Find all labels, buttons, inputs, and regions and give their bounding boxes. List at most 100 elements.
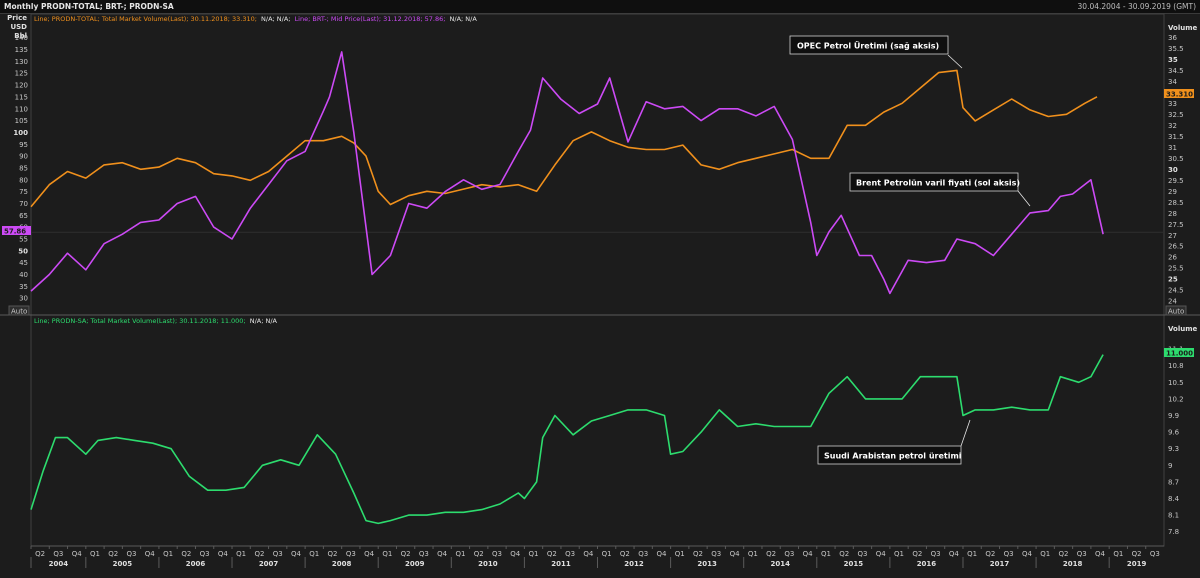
- left-axis-tick: 120: [15, 82, 28, 90]
- auto-button-left[interactable]: Auto: [11, 308, 27, 316]
- bottom-panel[interactable]: [30, 314, 1165, 547]
- left-axis-tick: 95: [19, 141, 28, 149]
- x-year-label: 2017: [990, 560, 1010, 568]
- left-axis-tick: 125: [15, 70, 28, 78]
- x-quarter-label: Q1: [967, 550, 977, 558]
- x-quarter-label: Q2: [474, 550, 484, 558]
- x-quarter-label: Q3: [1077, 550, 1087, 558]
- x-quarter-label: Q4: [437, 550, 448, 558]
- x-quarter-label: Q1: [455, 550, 465, 558]
- x-year-label: 2008: [332, 560, 352, 568]
- x-quarter-label: Q4: [730, 550, 741, 558]
- x-quarter-label: Q2: [1059, 550, 1069, 558]
- left-axis-tick: 45: [19, 259, 28, 267]
- x-quarter-label: Q4: [291, 550, 302, 558]
- x-quarter-label: Q3: [857, 550, 867, 558]
- right-axis-tick-bottom: 9.3: [1168, 445, 1179, 453]
- x-quarter-label: Q2: [620, 550, 630, 558]
- x-quarter-label: Q4: [949, 550, 960, 558]
- opec-callout-text: OPEC Petrol Üretimi (sağ aksis): [797, 41, 939, 51]
- x-year-label: 2011: [551, 560, 571, 568]
- x-quarter-label: Q2: [401, 550, 411, 558]
- right-axis-tick-bottom: 8.4: [1168, 495, 1180, 503]
- brent-callout-line: [1017, 190, 1031, 207]
- x-quarter-label: Q2: [328, 550, 338, 558]
- left-axis-tick: 80: [19, 176, 28, 184]
- x-quarter-label: Q1: [748, 550, 758, 558]
- x-quarter-label: Q2: [693, 550, 703, 558]
- left-axis-tick: 135: [15, 46, 28, 54]
- x-year-label: 2010: [478, 560, 498, 568]
- x-quarter-label: Q3: [127, 550, 137, 558]
- x-quarter-label: Q2: [108, 550, 118, 558]
- brent-callout-text: Brent Petrolün varil fiyati (sol aksis): [856, 179, 1020, 188]
- right-axis-tick-top: 35: [1168, 56, 1178, 64]
- x-quarter-label: Q3: [200, 550, 210, 558]
- x-year-label: 2012: [624, 560, 644, 568]
- right-axis-tick-top: 27: [1168, 232, 1177, 240]
- right-axis-tick-bottom: 8.1: [1168, 512, 1179, 520]
- left-axis-tick: 110: [15, 105, 28, 113]
- right-axis-tick-top: 34.5: [1168, 67, 1184, 75]
- right-axis-tick-top: 33: [1168, 100, 1177, 108]
- x-quarter-label: Q1: [1113, 550, 1123, 558]
- right-axis-tick-bottom: 10.5: [1168, 379, 1184, 387]
- right-axis-tick-bottom: 7.8: [1168, 528, 1179, 536]
- x-quarter-label: Q2: [912, 550, 922, 558]
- x-year-label: 2016: [917, 560, 937, 568]
- right-axis-tick-top: 36: [1168, 34, 1177, 42]
- left-axis-tick: 40: [19, 271, 28, 279]
- sa-callout-text: Suudi Arabistan petrol üretimi: [824, 452, 962, 461]
- x-year-label: 2019: [1127, 560, 1147, 568]
- right-axis-tick-top: 24.5: [1168, 287, 1184, 295]
- x-quarter-label: Q4: [583, 550, 594, 558]
- x-quarter-label: Q1: [1040, 550, 1050, 558]
- x-quarter-label: Q4: [656, 550, 667, 558]
- x-quarter-label: Q3: [419, 550, 429, 558]
- left-axis-tick: 140: [15, 34, 28, 42]
- left-axis-tick: 90: [19, 153, 28, 161]
- x-quarter-label: Q4: [1095, 550, 1106, 558]
- right-axis-tick-top: 24: [1168, 298, 1177, 306]
- x-quarter-label: Q1: [236, 550, 246, 558]
- left-axis-tick: 100: [13, 129, 28, 137]
- left-axis-tick: 35: [19, 283, 28, 291]
- x-year-label: 2007: [259, 560, 279, 568]
- right-axis-tick-top: 31: [1168, 144, 1177, 152]
- auto-button-right[interactable]: Auto: [1168, 308, 1184, 316]
- x-year-label: 2014: [770, 560, 790, 568]
- x-quarter-label: Q4: [364, 550, 375, 558]
- x-quarter-label: Q3: [1004, 550, 1014, 558]
- x-quarter-label: Q3: [273, 550, 283, 558]
- right-axis-tick-bottom: 9.9: [1168, 412, 1179, 420]
- x-quarter-label: Q3: [53, 550, 63, 558]
- x-quarter-label: Q3: [931, 550, 941, 558]
- x-quarter-label: Q2: [35, 550, 45, 558]
- x-quarter-label: Q3: [1150, 550, 1160, 558]
- x-year-label: 2013: [697, 560, 717, 568]
- left-axis-tick: 85: [19, 164, 28, 172]
- top-panel[interactable]: [30, 13, 1165, 316]
- chart-canvas[interactable]: Price USD Bbl Volume Volume Auto Auto 30…: [0, 0, 1200, 578]
- left-axis-title-2: USD: [10, 23, 27, 31]
- x-quarter-label: Q2: [547, 550, 557, 558]
- x-year-label: 2015: [844, 560, 864, 568]
- x-quarter-label: Q1: [894, 550, 904, 558]
- x-year-label: 2004: [49, 560, 69, 568]
- x-quarter-label: Q3: [565, 550, 575, 558]
- right-axis-tick-bottom: 10.2: [1168, 395, 1184, 403]
- x-quarter-label: Q4: [803, 550, 814, 558]
- saudi-production-line[interactable]: [30, 354, 1104, 525]
- right-axis-tick-top: 25.5: [1168, 265, 1184, 273]
- right-axis-tick-top: 29.5: [1168, 177, 1184, 185]
- x-quarter-label: Q4: [510, 550, 521, 558]
- right-axis-title-top: Volume: [1168, 24, 1198, 32]
- x-quarter-label: Q4: [72, 550, 83, 558]
- sa-badge: 11.000: [1166, 350, 1193, 358]
- right-axis-tick-top: 25: [1168, 276, 1178, 284]
- x-quarter-label: Q2: [181, 550, 191, 558]
- opec-badge: 33.310: [1166, 91, 1193, 99]
- right-axis-tick-top: 32.5: [1168, 111, 1184, 119]
- x-quarter-label: Q2: [839, 550, 849, 558]
- right-axis-tick-top: 29: [1168, 188, 1177, 196]
